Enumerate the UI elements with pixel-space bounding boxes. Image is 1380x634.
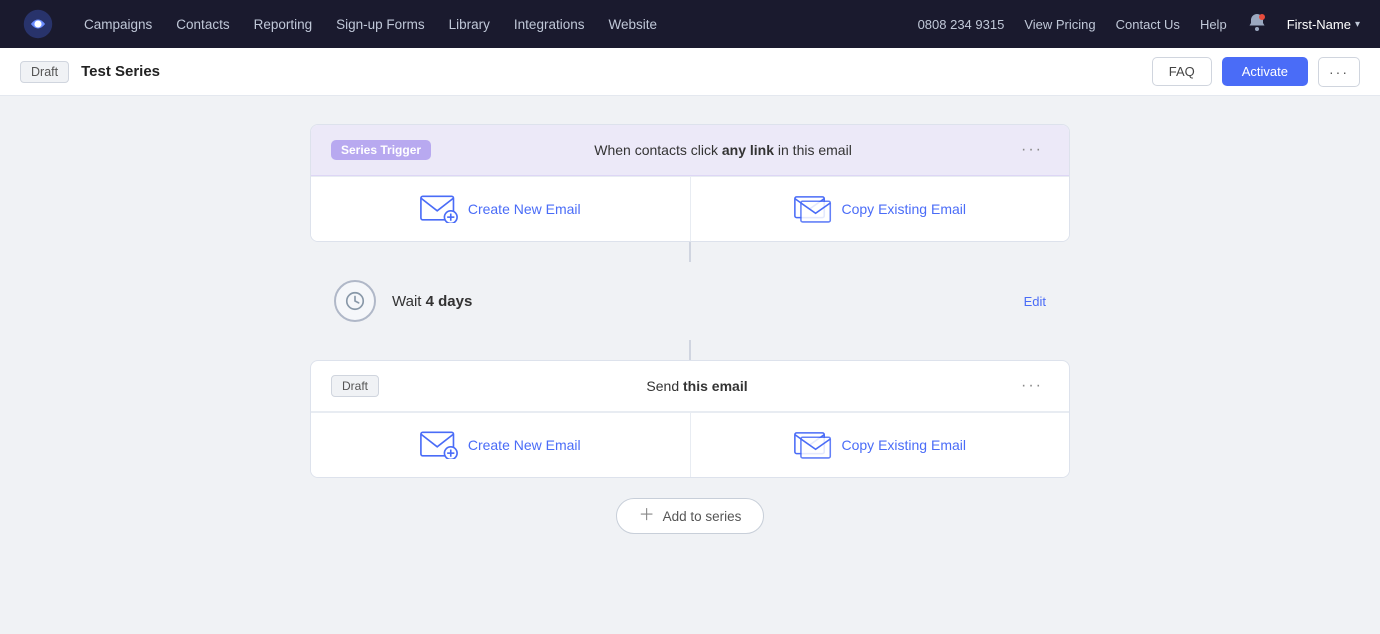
trigger-create-email-button[interactable]: Create New Email [311,177,690,241]
wait-text: Wait 4 days [392,293,1008,310]
send-copy-email-button[interactable]: Copy Existing Email [690,413,1070,477]
user-menu[interactable]: First-Name [1287,17,1360,32]
activate-button[interactable]: Activate [1222,57,1308,86]
send-create-email-icon [420,431,458,459]
copy-email-icon [794,195,832,223]
connector-1 [689,242,691,262]
nav-integrations[interactable]: Integrations [514,13,585,36]
send-email-card: Draft Send this email ··· Create New Ema… [310,360,1070,478]
nav-phone: 0808 234 9315 [918,17,1005,32]
top-navigation: Campaigns Contacts Reporting Sign-up For… [0,0,1380,48]
nav-campaigns[interactable]: Campaigns [84,13,152,36]
add-to-series-button[interactable]: ＋ Add to series [616,498,765,534]
nav-contact-us[interactable]: Contact Us [1116,17,1180,32]
nav-links: Campaigns Contacts Reporting Sign-up For… [84,13,890,36]
breadcrumb-actions: FAQ Activate ··· [1152,57,1360,87]
nav-library[interactable]: Library [449,13,490,36]
series-trigger-badge: Series Trigger [331,140,431,160]
more-options-button[interactable]: ··· [1318,57,1360,87]
send-card-actions: Create New Email Copy Existing Email [311,412,1069,477]
trigger-more-button[interactable]: ··· [1015,139,1049,161]
nav-reporting[interactable]: Reporting [254,13,313,36]
create-email-icon [420,195,458,223]
series-trigger-card: Series Trigger When contacts click any l… [310,124,1070,242]
connector-2 [689,340,691,360]
trigger-copy-email-button[interactable]: Copy Existing Email [690,177,1070,241]
series-trigger-header: Series Trigger When contacts click any l… [311,125,1069,176]
plus-icon: ＋ [639,508,655,524]
nav-contacts[interactable]: Contacts [176,13,229,36]
wait-clock-icon [334,280,376,322]
breadcrumb-bar: Draft Test Series FAQ Activate ··· [0,48,1380,96]
send-card-header: Draft Send this email ··· [311,361,1069,412]
faq-button[interactable]: FAQ [1152,57,1212,86]
wait-block: Wait 4 days Edit [310,262,1070,340]
send-description: Send this email [391,378,1003,394]
nav-website[interactable]: Website [608,13,657,36]
trigger-description: When contacts click any link in this ema… [443,142,1003,158]
send-draft-badge: Draft [331,375,379,397]
send-more-button[interactable]: ··· [1015,375,1049,397]
send-create-email-button[interactable]: Create New Email [311,413,690,477]
main-content: Series Trigger When contacts click any l… [0,96,1380,562]
nav-view-pricing[interactable]: View Pricing [1024,17,1095,32]
draft-badge[interactable]: Draft [20,61,69,83]
nav-right: 0808 234 9315 View Pricing Contact Us He… [918,12,1360,37]
send-copy-email-icon [794,431,832,459]
notification-bell-icon[interactable] [1247,12,1267,37]
trigger-card-actions: Create New Email Copy Existing Email [311,176,1069,241]
nav-help[interactable]: Help [1200,17,1227,32]
logo[interactable] [20,6,56,42]
page-title: Test Series [81,63,160,80]
wait-edit-button[interactable]: Edit [1024,294,1046,309]
nav-signup-forms[interactable]: Sign-up Forms [336,13,425,36]
